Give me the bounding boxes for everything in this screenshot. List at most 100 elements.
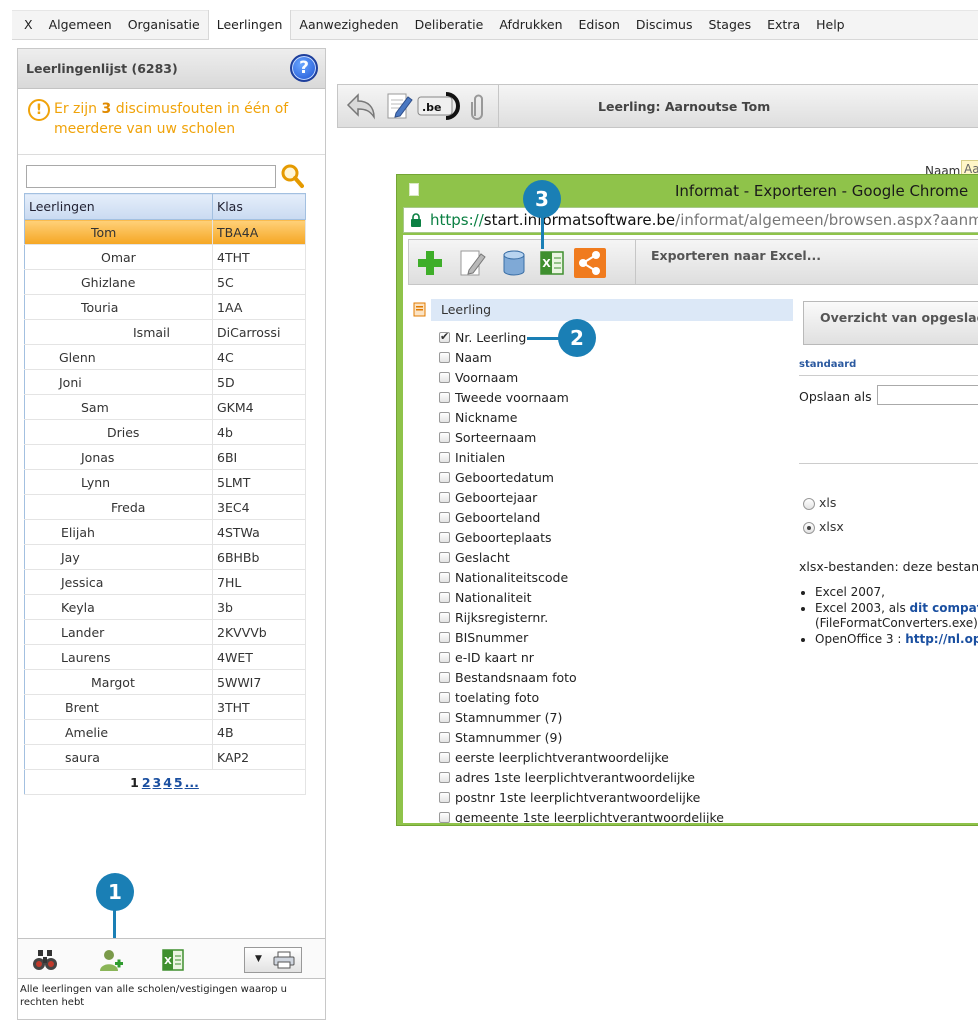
field-checkbox[interactable] (439, 431, 450, 443)
table-row[interactable]: Jay 6BHBb (24, 544, 306, 570)
menu-item-algemeen[interactable]: Algemeen (41, 11, 120, 39)
student-search-input[interactable] (26, 165, 276, 188)
field-option[interactable]: Stamnummer (9) (439, 727, 789, 747)
standard-label[interactable]: standaard (799, 359, 856, 370)
table-row[interactable]: Elijah 4STWa (24, 519, 306, 545)
field-option[interactable]: Geboortejaar (439, 487, 789, 507)
field-checkbox[interactable] (439, 731, 450, 743)
table-row[interactable]: Sam GKM4 (24, 394, 306, 420)
field-option[interactable]: e-ID kaart nr (439, 647, 789, 667)
field-checkbox[interactable] (439, 711, 450, 723)
menu-item-extra[interactable]: Extra (759, 11, 808, 39)
field-option[interactable]: Tweede voornaam (439, 387, 789, 407)
table-row[interactable]: Freda 3EC4 (24, 494, 306, 520)
pager-link[interactable]: 5 (174, 775, 183, 790)
field-option[interactable]: BISnummer (439, 627, 789, 647)
field-option[interactable]: Rijksregisternr. (439, 607, 789, 627)
table-row[interactable]: saura KAP2 (24, 744, 306, 770)
table-row[interactable]: Brent 3THT (24, 694, 306, 720)
table-row[interactable]: Margot 5WWI7 (24, 669, 306, 695)
field-option[interactable]: eerste leerplichtverantwoordelijke (439, 747, 789, 767)
field-checkbox[interactable] (439, 531, 450, 543)
excel-icon[interactable]: X (160, 947, 186, 973)
field-option[interactable]: Voornaam (439, 367, 789, 387)
table-row[interactable]: Keyla 3b (24, 594, 306, 620)
field-option[interactable]: adres 1ste leerplichtverantwoordelijke (439, 767, 789, 787)
field-option[interactable]: Stamnummer (7) (439, 707, 789, 727)
table-row[interactable]: Lynn 5LMT (24, 469, 306, 495)
table-row[interactable]: Lander 2KVVVb (24, 619, 306, 645)
pager-link[interactable]: 2 (142, 775, 151, 790)
share-icon[interactable] (573, 247, 607, 279)
address-bar[interactable]: https://start.informatsoftware.be/inform… (403, 207, 978, 233)
table-row[interactable]: Ismail DiCarrossi (24, 319, 306, 345)
pager-link[interactable]: 3 (153, 775, 162, 790)
field-option[interactable]: gemeente 1ste leerplichtverantwoordelijk… (439, 807, 789, 823)
radio-xlsx[interactable] (803, 521, 815, 534)
menu-item-aanwezigheden[interactable]: Aanwezigheden (291, 11, 406, 39)
field-checkbox[interactable] (439, 671, 450, 683)
field-checkbox[interactable] (439, 691, 450, 703)
print-dropdown[interactable]: ▼ (244, 947, 302, 973)
field-option[interactable]: Bestandsnaam foto (439, 667, 789, 687)
popup-titlebar[interactable]: Informat - Exporteren - Google Chrome (397, 175, 978, 207)
field-checkbox[interactable] (439, 391, 450, 403)
field-checkbox[interactable] (439, 411, 450, 423)
field-option[interactable]: Naam (439, 347, 789, 367)
menu-item-help[interactable]: Help (808, 11, 853, 39)
eid-icon[interactable]: .be (416, 91, 464, 121)
field-checkbox[interactable] (439, 351, 450, 363)
field-checkbox[interactable] (439, 451, 450, 463)
field-checkbox[interactable] (439, 491, 450, 503)
save-as-input[interactable] (877, 385, 978, 405)
field-option[interactable]: toelating foto (439, 687, 789, 707)
warning-text[interactable]: Er zijn 3 discimusfouten in één of meerd… (54, 99, 315, 139)
menu-item-leerlingen[interactable]: Leerlingen (207, 10, 292, 40)
table-row[interactable]: Ghizlane 5C (24, 269, 306, 295)
field-checkbox[interactable] (439, 571, 450, 583)
pager-link[interactable]: 4 (163, 775, 172, 790)
excel-icon[interactable]: X (537, 248, 567, 278)
format-option-xls[interactable]: xls (803, 495, 836, 510)
openoffice-link[interactable]: http://nl.op (905, 632, 978, 646)
field-option[interactable]: Nr. Leerling (439, 327, 789, 347)
field-option[interactable]: Geboortedatum (439, 467, 789, 487)
edit-icon[interactable] (384, 91, 414, 121)
menu-item-edison[interactable]: Edison (571, 11, 628, 39)
field-option[interactable]: Sorteernaam (439, 427, 789, 447)
field-checkbox[interactable] (439, 751, 450, 763)
format-option-xlsx[interactable]: xlsx (803, 519, 844, 534)
search-icon[interactable] (280, 163, 304, 189)
table-row[interactable]: Joni 5D (24, 369, 306, 395)
field-checkbox[interactable] (439, 371, 450, 383)
undo-icon[interactable] (344, 91, 378, 121)
help-icon[interactable]: ? (290, 54, 318, 82)
field-option[interactable]: Geslacht (439, 547, 789, 567)
field-checkbox[interactable] (439, 771, 450, 783)
field-option[interactable]: Geboorteland (439, 507, 789, 527)
field-option[interactable]: Nickname (439, 407, 789, 427)
field-checkbox[interactable] (439, 330, 450, 343)
edit-icon[interactable] (457, 248, 487, 278)
table-row[interactable]: Glenn 4C (24, 344, 306, 370)
field-checkbox[interactable] (439, 811, 450, 823)
column-header-leerlingen[interactable]: Leerlingen (24, 193, 213, 220)
table-row[interactable]: Dries 4b (24, 419, 306, 445)
table-row[interactable]: Omar 4THT (24, 244, 306, 270)
plus-icon[interactable] (415, 248, 445, 278)
database-icon[interactable] (499, 248, 529, 278)
field-checkbox[interactable] (439, 791, 450, 803)
field-checkbox[interactable] (439, 631, 450, 643)
compat-link[interactable]: dit compatib (910, 601, 978, 615)
field-option[interactable]: Geboorteplaats (439, 527, 789, 547)
table-row[interactable]: Jessica 7HL (24, 569, 306, 595)
field-checkbox[interactable] (439, 551, 450, 563)
binoculars-icon[interactable] (32, 947, 58, 973)
field-option[interactable]: Nationaliteitscode (439, 567, 789, 587)
field-checkbox[interactable] (439, 611, 450, 623)
column-header-klas[interactable]: Klas (212, 193, 306, 220)
pager-link[interactable]: ... (185, 775, 199, 790)
table-row[interactable]: Tom TBA4A (24, 219, 306, 245)
table-row[interactable]: Amelie 4B (24, 719, 306, 745)
paperclip-icon[interactable] (468, 92, 488, 122)
